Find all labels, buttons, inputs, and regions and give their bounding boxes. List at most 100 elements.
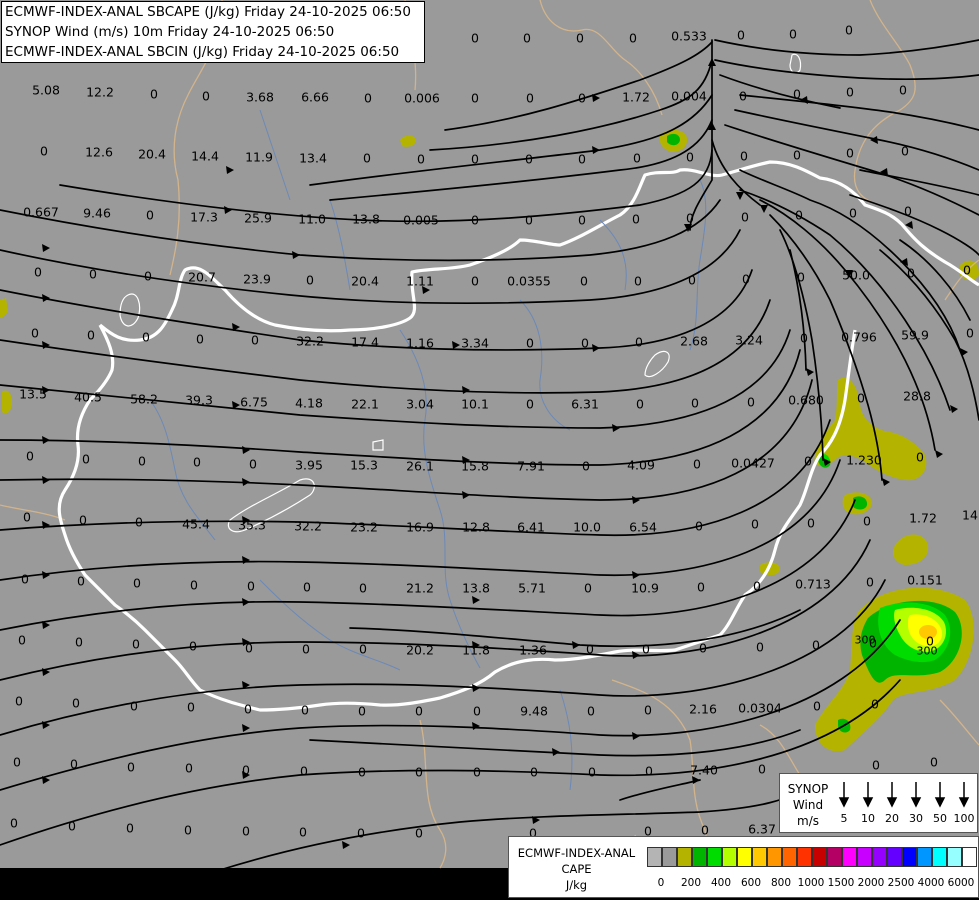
cape-color-swatch <box>782 847 797 867</box>
map-value-label: 39.3 <box>185 392 213 408</box>
map-value-label: 0 <box>415 825 423 841</box>
map-value-label: 0 <box>699 640 707 656</box>
map-value-label: 0 <box>807 515 815 531</box>
map-value-label: 9.46 <box>83 205 111 221</box>
map-value-label: 0 <box>739 88 747 104</box>
map-value-label: 0 <box>695 518 703 534</box>
map-value-label: 0 <box>578 151 586 167</box>
cape-tick-label: 1500 <box>827 877 855 889</box>
cape-color-swatch <box>947 847 962 867</box>
map-value-label: 0 <box>686 149 694 165</box>
map-value-label: 0 <box>245 640 253 656</box>
map-value-label: 0 <box>633 150 641 166</box>
map-value-label: 0 <box>530 764 538 780</box>
map-value-label: 0 <box>242 823 250 839</box>
map-value-label: 0 <box>751 516 759 532</box>
cape-tick-label: 400 <box>710 877 732 889</box>
map-value-label: 0 <box>23 509 31 525</box>
cape-color-swatch <box>932 847 947 867</box>
map-value-label: 0 <box>26 448 34 464</box>
map-value-label: 20.4 <box>138 146 166 162</box>
map-value-label: 0 <box>804 453 812 469</box>
map-value-label: 12.8 <box>462 519 490 535</box>
title-cape: ECMWF-INDEX-ANAL SBCAPE (J/kg) Friday 24… <box>5 4 411 20</box>
map-value-label: 0 <box>196 331 204 347</box>
map-canvas <box>0 0 979 900</box>
map-value-label: 12.6 <box>85 144 113 160</box>
cape-color-swatch <box>842 847 857 867</box>
map-value-label: 0 <box>635 334 643 350</box>
wind-legend-subtitle: Wind <box>792 798 824 812</box>
map-value-label: 0 <box>187 699 195 715</box>
map-value-label: 0 <box>18 632 26 648</box>
map-value-label: 0 <box>963 262 971 278</box>
weather-map[interactable]: ECMWF-INDEX-ANAL SBCAPE (J/kg) Friday 24… <box>0 0 979 900</box>
cape-color-swatch <box>722 847 737 867</box>
map-value-label: 0 <box>916 449 924 465</box>
wind-legend-unit: m/s <box>797 814 819 828</box>
map-value-label: 15.3 <box>350 457 378 473</box>
map-value-label: 0 <box>302 641 310 657</box>
wind-speed-label: 5 <box>840 812 848 825</box>
map-value-label: 13.8 <box>352 211 380 227</box>
wind-speed-label: 10 <box>861 812 875 825</box>
map-value-label: 0 <box>632 211 640 227</box>
cape-color-swatch <box>692 847 707 867</box>
cape-tick-label: 200 <box>680 877 702 889</box>
map-value-label: 0 <box>901 143 909 159</box>
map-value-label: 0 <box>588 764 596 780</box>
map-value-label: 0 <box>244 701 252 717</box>
map-value-label: 6.31 <box>571 396 599 412</box>
map-value-label: 0 <box>578 212 586 228</box>
map-value-label: 32.2 <box>296 333 324 349</box>
map-value-label: 0 <box>82 451 90 467</box>
map-value-label: 0 <box>247 578 255 594</box>
map-value-label: 26.1 <box>406 458 434 474</box>
map-value-label: 40.5 <box>74 389 102 405</box>
map-value-label: 0 <box>249 456 257 472</box>
map-value-label: 20.2 <box>406 642 434 658</box>
cape-color-swatch <box>737 847 752 867</box>
map-value-label: 1.230 <box>846 452 882 468</box>
map-value-label: 0.533 <box>671 28 707 44</box>
cape-legend-title: ECMWF-INDEX-ANAL <box>517 846 636 860</box>
map-value-label: 0 <box>21 571 29 587</box>
cape-color-swatch <box>827 847 842 867</box>
map-value-label: 0 <box>904 203 912 219</box>
map-value-label: 0 <box>742 271 750 287</box>
map-value-label: 0 <box>581 335 589 351</box>
map-value-label: 0 <box>846 145 854 161</box>
map-value-label: 0 <box>966 325 974 341</box>
map-value-label: 14.4 <box>191 148 219 164</box>
cape-legend: ECMWF-INDEX-ANAL CAPE J/kg 0 200 400 600 800… <box>508 836 979 898</box>
cape-legend-unit: J/kg <box>565 878 588 892</box>
map-value-label: 17.3 <box>190 209 218 225</box>
map-value-label: 0 <box>907 265 915 281</box>
map-value-label: 0 <box>306 272 314 288</box>
map-value-label: 11.9 <box>245 149 273 165</box>
map-value-label: 0 <box>40 143 48 159</box>
cape-legend-subtitle: CAPE <box>561 862 592 876</box>
map-value-label: 0 <box>526 396 534 412</box>
map-value-label: 3.68 <box>246 89 274 105</box>
wind-speed-label: 100 <box>953 812 975 825</box>
map-value-label: 0 <box>359 580 367 596</box>
map-value-label: 0 <box>758 761 766 777</box>
map-value-label: 0 <box>741 209 749 225</box>
map-value-label: 0 <box>300 763 308 779</box>
map-value-label: 0 <box>10 815 18 831</box>
map-value-label: 5.08 <box>32 82 60 98</box>
map-value-label: 4.09 <box>627 457 655 473</box>
map-value-label: 10.1 <box>461 396 489 412</box>
map-value-label: 0 <box>189 638 197 654</box>
map-value-label: 0 <box>586 641 594 657</box>
map-value-label: 0 <box>15 693 23 709</box>
map-value-label: 0 <box>13 754 21 770</box>
map-value-label: 9.48 <box>520 703 548 719</box>
map-value-label: 0 <box>756 639 764 655</box>
isoline-label: 300 <box>854 633 876 647</box>
cape-tick-label: 2500 <box>887 877 915 889</box>
map-value-label: 0 <box>644 702 652 718</box>
cape-color-swatch <box>767 847 782 867</box>
wind-speed-label: 20 <box>885 812 899 825</box>
